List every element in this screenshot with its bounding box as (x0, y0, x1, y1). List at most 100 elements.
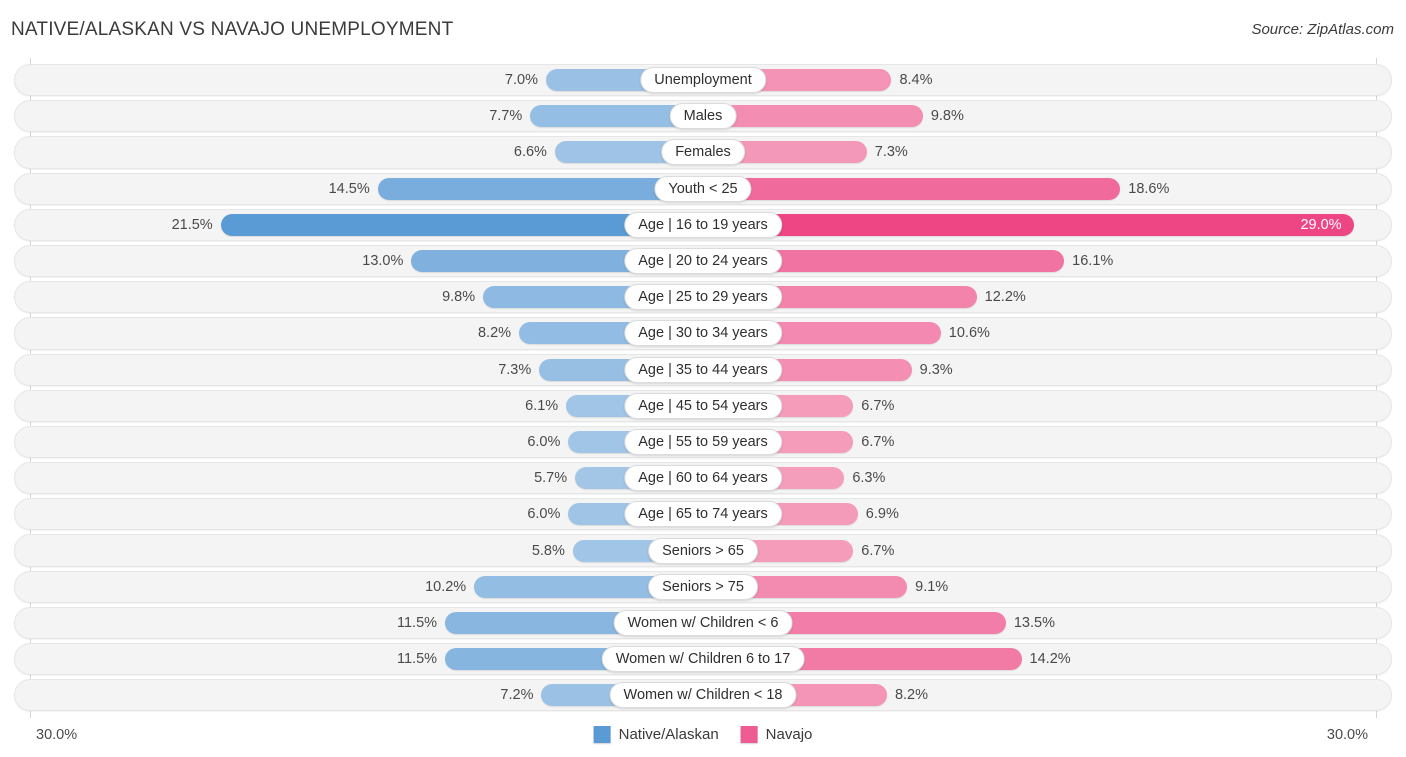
row-band: 10.2%9.1%Seniors > 75 (0, 569, 1406, 605)
value-label-native-alaskan: 6.6% (514, 144, 547, 160)
value-label-native-alaskan: 9.8% (442, 289, 475, 305)
value-label-navajo: 16.1% (1072, 253, 1113, 269)
axis-min-label: 30.0% (36, 727, 77, 743)
value-label-native-alaskan: 6.0% (527, 506, 560, 522)
category-label-pill[interactable]: Age | 45 to 54 years (624, 393, 782, 419)
value-label-native-alaskan: 7.3% (498, 362, 531, 378)
table-row[interactable]: 11.5% 14.2% Women w/ Children 6 to 17 (0, 641, 1406, 677)
table-row[interactable]: 5.8% 6.7% Seniors > 65 (0, 532, 1406, 568)
legend-item-label: Native/Alaskan (619, 726, 719, 743)
axis-max-label: 30.0% (1327, 727, 1368, 743)
value-label-navajo: 6.7% (861, 434, 894, 450)
row-band: 13.0% 16.1% Age | 20 to 24 years (0, 243, 1406, 279)
table-row[interactable]: 10.2%9.1%Seniors > 75 (0, 569, 1406, 605)
value-label-native-alaskan: 7.7% (489, 108, 522, 124)
row-band: 6.0%6.9%Age | 65 to 74 years (0, 496, 1406, 532)
value-label-navajo: 8.4% (899, 72, 932, 88)
table-row[interactable]: 6.6% 7.3% Females (0, 134, 1406, 170)
value-label-navajo: 13.5% (1014, 615, 1055, 631)
value-label-native-alaskan: 7.2% (500, 687, 533, 703)
row-band: 7.0% 8.4% Unemployment (0, 62, 1406, 98)
category-label-pill[interactable]: Age | 60 to 64 years (624, 465, 782, 491)
chart-header: NATIVE/ALASKAN VS NAVAJO UNEMPLOYMENT So… (0, 0, 1406, 54)
row-band: 6.6% 7.3% Females (0, 134, 1406, 170)
legend-item-label: Navajo (766, 726, 813, 743)
legend-item[interactable]: Navajo (741, 726, 813, 743)
value-label-native-alaskan: 11.5% (397, 651, 437, 667)
row-band: 8.2%10.6%Age | 30 to 34 years (0, 315, 1406, 351)
table-row[interactable]: 7.7% 9.8% Males (0, 98, 1406, 134)
category-label-pill[interactable]: Age | 35 to 44 years (624, 357, 782, 383)
legend-swatch-pink (741, 726, 758, 743)
category-label-pill[interactable]: Seniors > 75 (648, 574, 758, 600)
value-label-navajo: 12.2% (985, 289, 1026, 305)
category-label-pill[interactable]: Women w/ Children < 6 (614, 610, 793, 636)
chart-legend: Native/Alaskan Navajo (594, 726, 813, 743)
row-band: 5.7% 6.3% Age | 60 to 64 years (0, 460, 1406, 496)
category-label-pill[interactable]: Women w/ Children < 18 (610, 682, 797, 708)
row-band: 7.3% 9.3% Age | 35 to 44 years (0, 352, 1406, 388)
row-band: 11.5% 14.2% Women w/ Children 6 to 17 (0, 641, 1406, 677)
table-row[interactable]: 6.1% 6.7% Age | 45 to 54 years (0, 388, 1406, 424)
value-label-navajo: 7.3% (875, 144, 908, 160)
row-band: 14.5% 18.6% Youth < 25 (0, 171, 1406, 207)
bar-navajo[interactable] (703, 214, 1354, 236)
table-row[interactable]: 9.8% 12.2% Age | 25 to 29 years (0, 279, 1406, 315)
category-label-pill[interactable]: Age | 25 to 29 years (624, 284, 782, 310)
value-label-native-alaskan: 5.8% (532, 543, 565, 559)
value-label-native-alaskan: 10.2% (425, 579, 466, 595)
row-band: 6.1% 6.7% Age | 45 to 54 years (0, 388, 1406, 424)
value-label-navajo: 14.2% (1030, 651, 1071, 667)
value-label-navajo: 8.2% (895, 687, 928, 703)
value-label-native-alaskan: 7.0% (505, 72, 538, 88)
category-label-pill[interactable]: Females (661, 139, 745, 165)
legend-item[interactable]: Native/Alaskan (594, 726, 719, 743)
value-label-native-alaskan: 13.0% (362, 253, 403, 269)
source-attribution: Source: ZipAtlas.com (1251, 21, 1394, 38)
category-label-pill[interactable]: Age | 16 to 19 years (624, 212, 782, 238)
row-band: 5.8% 6.7% Seniors > 65 (0, 532, 1406, 568)
row-band: 7.2% 8.2% Women w/ Children < 18 (0, 677, 1406, 713)
bar-rows-container: 7.0% 8.4% Unemployment 7.7% 9.8% Males 6.6% 7.3… (0, 62, 1406, 713)
value-label-navajo: 9.3% (920, 362, 953, 378)
row-band: 9.8% 12.2% Age | 25 to 29 years (0, 279, 1406, 315)
row-band: 11.5% 13.5% Women w/ Children < 6 (0, 605, 1406, 641)
row-band: 7.7% 9.8% Males (0, 98, 1406, 134)
category-label-pill[interactable]: Youth < 25 (654, 176, 751, 202)
row-band: 6.0% 6.7% Age | 55 to 59 years (0, 424, 1406, 460)
table-row[interactable]: 6.0%6.9%Age | 65 to 74 years (0, 496, 1406, 532)
chart-root: NATIVE/ALASKAN VS NAVAJO UNEMPLOYMENT So… (0, 0, 1406, 757)
category-label-pill[interactable]: Age | 30 to 34 years (624, 320, 782, 346)
value-label-native-alaskan: 6.0% (527, 434, 560, 450)
value-label-navajo: 9.8% (931, 108, 964, 124)
table-row[interactable]: 7.3% 9.3% Age | 35 to 44 years (0, 352, 1406, 388)
category-label-pill[interactable]: Males (670, 103, 737, 129)
table-row[interactable]: 21.5%29.0%Age | 16 to 19 years (0, 207, 1406, 243)
value-label-navajo: 6.3% (852, 470, 885, 486)
bar-navajo[interactable] (703, 178, 1120, 200)
category-label-pill[interactable]: Age | 65 to 74 years (624, 501, 782, 527)
table-row[interactable]: 5.7% 6.3% Age | 60 to 64 years (0, 460, 1406, 496)
table-row[interactable]: 13.0% 16.1% Age | 20 to 24 years (0, 243, 1406, 279)
table-row[interactable]: 14.5% 18.6% Youth < 25 (0, 171, 1406, 207)
table-row[interactable]: 7.0% 8.4% Unemployment (0, 62, 1406, 98)
value-label-native-alaskan: 21.5% (172, 217, 213, 233)
row-band: 21.5%29.0%Age | 16 to 19 years (0, 207, 1406, 243)
category-label-pill[interactable]: Women w/ Children 6 to 17 (602, 646, 805, 672)
table-row[interactable]: 11.5% 13.5% Women w/ Children < 6 (0, 605, 1406, 641)
value-label-navajo: 18.6% (1128, 181, 1169, 197)
value-label-native-alaskan: 11.5% (397, 615, 437, 631)
chart-footer: 30.0% 30.0% Native/Alaskan Navajo (0, 718, 1406, 757)
category-label-pill[interactable]: Unemployment (640, 67, 766, 93)
table-row[interactable]: 7.2% 8.2% Women w/ Children < 18 (0, 677, 1406, 713)
value-label-native-alaskan: 5.7% (534, 470, 567, 486)
value-label-native-alaskan: 14.5% (329, 181, 370, 197)
table-row[interactable]: 8.2%10.6%Age | 30 to 34 years (0, 315, 1406, 351)
value-label-navajo: 6.7% (861, 398, 894, 414)
category-label-pill[interactable]: Age | 55 to 59 years (624, 429, 782, 455)
category-label-pill[interactable]: Seniors > 65 (648, 538, 758, 564)
table-row[interactable]: 6.0% 6.7% Age | 55 to 59 years (0, 424, 1406, 460)
category-label-pill[interactable]: Age | 20 to 24 years (624, 248, 782, 274)
value-label-navajo: 6.7% (861, 543, 894, 559)
value-label-native-alaskan: 6.1% (525, 398, 558, 414)
